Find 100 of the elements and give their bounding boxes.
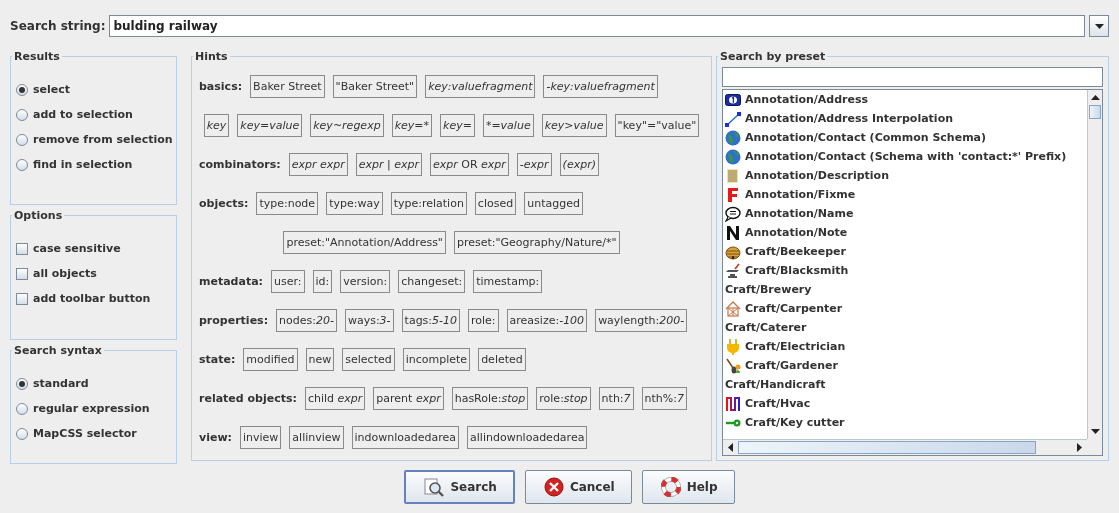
hint-example[interactable]: type:relation	[390, 192, 467, 215]
hint-category: related objects:	[199, 392, 297, 405]
hint-example[interactable]: preset:"Geography/Nature/*"	[453, 231, 620, 254]
hint-example[interactable]: nth%:7	[641, 387, 687, 410]
hint-example[interactable]: expr OR expr	[429, 153, 509, 176]
preset-item[interactable]: Annotation/Name	[745, 207, 854, 220]
shovel-icon	[725, 357, 741, 374]
hint-example[interactable]: tags:5-10	[401, 309, 461, 332]
hint-example[interactable]: (expr)	[559, 153, 599, 176]
radio-button[interactable]	[16, 83, 28, 96]
hint-example[interactable]: nth:7	[598, 387, 634, 410]
preset-item[interactable]: Annotation/Note	[745, 226, 848, 239]
dialog-button[interactable]: Search	[404, 470, 515, 504]
hint-example[interactable]: new	[305, 348, 335, 371]
radio-button[interactable]	[16, 158, 28, 171]
scroll-right-arrow-icon[interactable]	[1077, 443, 1082, 452]
preset-item[interactable]: Craft/Handicraft	[725, 378, 826, 391]
radio-label: select	[33, 83, 71, 96]
radio-label: find in selection	[33, 158, 133, 171]
hint-example[interactable]: child expr	[304, 387, 366, 410]
dialog-button[interactable]: Cancel	[524, 470, 632, 504]
hint-example[interactable]: allindownloadedarea	[467, 426, 588, 449]
radio-button[interactable]	[16, 108, 28, 121]
hint-example[interactable]: nodes:20-	[276, 309, 337, 332]
hint-example[interactable]: "Baker Street"	[332, 75, 418, 98]
hint-example[interactable]: role:	[468, 309, 499, 332]
hint-example[interactable]: Baker Street	[250, 75, 325, 98]
preset-item[interactable]: Craft/Blacksmith	[745, 264, 849, 277]
scrollbar-thumb[interactable]	[1089, 105, 1101, 119]
preset-item[interactable]: Craft/Gardener	[745, 359, 838, 372]
hint-example[interactable]: type:node	[256, 192, 319, 215]
radio-button[interactable]	[16, 402, 28, 415]
checkbox[interactable]	[16, 242, 28, 255]
hint-example[interactable]: ways:3-	[344, 309, 394, 332]
preset-item[interactable]: Craft/Beekeeper	[745, 245, 846, 258]
vertical-scrollbar[interactable]	[1087, 90, 1102, 439]
preset-filter-field[interactable]	[722, 67, 1103, 87]
lifebuoy-icon	[660, 477, 681, 497]
hint-example[interactable]: areasize:-100	[506, 309, 588, 332]
search-string-label: Search string:	[10, 19, 106, 33]
hint-example[interactable]: expr | expr	[355, 153, 422, 176]
dialog-button[interactable]: Help	[641, 470, 735, 504]
hint-example[interactable]: "key"="value"	[614, 114, 700, 137]
hint-example[interactable]: *=value	[482, 114, 534, 137]
preset-item[interactable]: Annotation/Address	[745, 93, 869, 106]
hint-example[interactable]: timestamp:	[473, 270, 543, 293]
checkbox[interactable]	[16, 267, 28, 280]
hint-example[interactable]: parent expr	[373, 387, 444, 410]
hint-example[interactable]: key=	[440, 114, 475, 137]
hint-category: objects:	[199, 197, 249, 210]
hint-example[interactable]: user:	[271, 270, 305, 293]
radio-button[interactable]	[16, 427, 28, 440]
hint-example[interactable]: id:	[312, 270, 333, 293]
hint-example[interactable]: -expr	[516, 153, 552, 176]
preset-item[interactable]: Annotation/Description	[745, 169, 889, 182]
hint-example[interactable]: key~regexp	[310, 114, 384, 137]
preset-item[interactable]: Craft/Carpenter	[745, 302, 843, 315]
scroll-down-arrow-icon[interactable]	[1091, 429, 1100, 434]
hint-example[interactable]: key:valuefragment	[425, 75, 536, 98]
preset-item[interactable]: Annotation/Address Interpolation	[745, 112, 954, 125]
hint-example[interactable]: role:stop	[536, 387, 591, 410]
radio-button[interactable]	[16, 133, 28, 146]
preset-item[interactable]: Craft/Electrician	[745, 340, 846, 353]
hint-example[interactable]: modified	[243, 348, 298, 371]
radio-button[interactable]	[16, 377, 28, 390]
search-string-field[interactable]: bulding railway	[109, 15, 1085, 37]
hint-example[interactable]: key	[203, 114, 230, 137]
scroll-left-arrow-icon[interactable]	[728, 443, 733, 452]
hint-example[interactable]: version:	[340, 270, 391, 293]
dropdown-button[interactable]	[1089, 15, 1109, 37]
hint-example[interactable]: -key:valuefragment	[543, 75, 658, 98]
hint-example[interactable]: selected	[342, 348, 395, 371]
hint-example[interactable]: closed	[474, 192, 517, 215]
preset-item[interactable]: Craft/Key cutter	[745, 416, 845, 429]
horizontal-scrollbar[interactable]	[723, 439, 1087, 455]
hint-example[interactable]: type:way	[326, 192, 383, 215]
hint-example[interactable]: key=*	[391, 114, 432, 137]
preset-item[interactable]: Craft/Brewery	[725, 283, 812, 296]
hint-example[interactable]: key>value	[541, 114, 607, 137]
hint-example[interactable]: untagged	[524, 192, 583, 215]
hint-example[interactable]: allinview	[289, 426, 344, 449]
hint-example[interactable]: inview	[239, 426, 282, 449]
preset-item[interactable]: Annotation/Fixme	[745, 188, 856, 201]
preset-item[interactable]: Annotation/Contact (Common Schema)	[745, 131, 987, 144]
preset-item[interactable]: Craft/Hvac	[745, 397, 811, 410]
hint-example[interactable]: waylength:200-	[595, 309, 688, 332]
checkbox[interactable]	[16, 292, 28, 305]
preset-item[interactable]: Craft/Caterer	[725, 321, 807, 334]
preset-item[interactable]: Annotation/Contact (Schema with 'contact:*' Prefix)	[745, 150, 1067, 163]
hint-example[interactable]: preset:"Annotation/Address"	[283, 231, 446, 254]
scrollbar-thumb[interactable]	[738, 441, 1036, 454]
hint-example[interactable]: changeset:	[398, 270, 466, 293]
scroll-up-arrow-icon[interactable]	[1091, 95, 1100, 100]
radio-label: remove from selection	[33, 133, 173, 146]
hint-example[interactable]: expr expr	[288, 153, 348, 176]
hint-example[interactable]: incomplete	[402, 348, 471, 371]
hint-example[interactable]: hasRole:stop	[451, 387, 529, 410]
hint-example[interactable]: indownloadedarea	[351, 426, 460, 449]
hint-example[interactable]: deleted	[478, 348, 526, 371]
hint-example[interactable]: key=value	[237, 114, 303, 137]
